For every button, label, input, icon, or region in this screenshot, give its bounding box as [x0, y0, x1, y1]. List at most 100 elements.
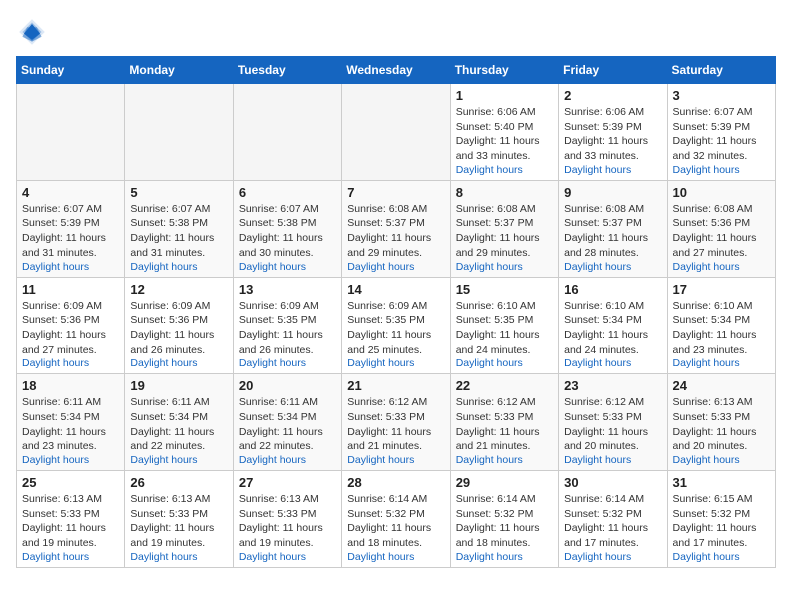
calendar-cell: 22Sunrise: 6:12 AMSunset: 5:33 PMDayligh…	[450, 374, 558, 471]
calendar-cell: 17Sunrise: 6:10 AMSunset: 5:34 PMDayligh…	[667, 277, 775, 374]
daylight-hours-link[interactable]: Daylight hours	[456, 551, 553, 563]
day-info: Sunrise: 6:11 AMSunset: 5:34 PMDaylight:…	[130, 395, 227, 454]
calendar-cell: 5Sunrise: 6:07 AMSunset: 5:38 PMDaylight…	[125, 180, 233, 277]
calendar-cell	[233, 84, 341, 181]
day-number: 18	[22, 378, 119, 393]
day-number: 14	[347, 282, 444, 297]
day-number: 26	[130, 475, 227, 490]
daylight-hours-link[interactable]: Daylight hours	[456, 261, 553, 273]
daylight-hours-link[interactable]: Daylight hours	[130, 261, 227, 273]
daylight-hours-link[interactable]: Daylight hours	[347, 454, 444, 466]
calendar-week-1: 4Sunrise: 6:07 AMSunset: 5:39 PMDaylight…	[17, 180, 776, 277]
day-info: Sunrise: 6:07 AMSunset: 5:39 PMDaylight:…	[673, 105, 770, 164]
day-number: 11	[22, 282, 119, 297]
day-number: 30	[564, 475, 661, 490]
daylight-hours-link[interactable]: Daylight hours	[239, 551, 336, 563]
daylight-hours-link[interactable]: Daylight hours	[564, 164, 661, 176]
day-info: Sunrise: 6:10 AMSunset: 5:34 PMDaylight:…	[564, 299, 661, 358]
calendar-cell: 7Sunrise: 6:08 AMSunset: 5:37 PMDaylight…	[342, 180, 450, 277]
calendar-cell: 25Sunrise: 6:13 AMSunset: 5:33 PMDayligh…	[17, 471, 125, 568]
daylight-hours-link[interactable]: Daylight hours	[564, 357, 661, 369]
calendar-table: SundayMondayTuesdayWednesdayThursdayFrid…	[16, 56, 776, 568]
calendar-cell: 21Sunrise: 6:12 AMSunset: 5:33 PMDayligh…	[342, 374, 450, 471]
day-info: Sunrise: 6:08 AMSunset: 5:36 PMDaylight:…	[673, 202, 770, 261]
day-number: 4	[22, 185, 119, 200]
daylight-hours-link[interactable]: Daylight hours	[347, 357, 444, 369]
day-info: Sunrise: 6:14 AMSunset: 5:32 PMDaylight:…	[456, 492, 553, 551]
day-info: Sunrise: 6:14 AMSunset: 5:32 PMDaylight:…	[564, 492, 661, 551]
calendar-cell: 24 Sunrise: 6:13 AMSunset: 5:33 PMDayligh…	[667, 374, 775, 471]
daylight-hours-link[interactable]: Daylight hours	[564, 454, 661, 466]
calendar-week-3: 18 Sunrise: 6:11 AMSunset: 5:34 PMDayligh…	[17, 374, 776, 471]
day-number: 7	[347, 185, 444, 200]
calendar-cell: 20Sunrise: 6:11 AMSunset: 5:34 PMDayligh…	[233, 374, 341, 471]
day-info: Sunrise: 6:12 AMSunset: 5:33 PMDaylight:…	[456, 395, 553, 454]
calendar-week-4: 25Sunrise: 6:13 AMSunset: 5:33 PMDayligh…	[17, 471, 776, 568]
daylight-hours-link[interactable]: Daylight hours	[347, 261, 444, 273]
daylight-hours-link[interactable]: Daylight hours	[564, 261, 661, 273]
weekday-header-monday: Monday	[125, 57, 233, 84]
weekday-header-friday: Friday	[559, 57, 667, 84]
daylight-hours-link[interactable]: Daylight hours	[673, 551, 770, 563]
calendar-cell: 4Sunrise: 6:07 AMSunset: 5:39 PMDaylight…	[17, 180, 125, 277]
calendar-cell: 18Sunrise: 6:11 AMSunset: 5:34 PMDayligh…	[17, 374, 125, 471]
daylight-hours-link[interactable]: Daylight hours	[347, 551, 444, 563]
calendar-week-2: 11 Sunrise: 6:09 AMSunset: 5:36 PMDayligh…	[17, 277, 776, 374]
daylight-hours-link[interactable]: Daylight hours	[673, 164, 770, 176]
calendar-cell: 8Sunrise: 6:08 AMSunset: 5:37 PMDaylight…	[450, 180, 558, 277]
daylight-hours-link[interactable]: Daylight hours	[130, 551, 227, 563]
daylight-hours-link[interactable]: Daylight hours	[456, 454, 553, 466]
daylight-hours-link[interactable]: Daylight hours	[22, 551, 119, 563]
day-number: 1	[456, 88, 553, 103]
calendar-cell	[125, 84, 233, 181]
daylight-hours-link[interactable]: Daylight hours	[673, 261, 770, 273]
day-info: Sunrise: 6:12 AMSunset: 5:33 PMDaylight:…	[347, 395, 444, 454]
daylight-hours-link[interactable]: Daylight hours	[22, 357, 119, 369]
day-info: Sunrise: 6:10 AMSunset: 5:35 PMDaylight:…	[456, 299, 553, 358]
day-number: 19	[130, 378, 227, 393]
daylight-hours-link[interactable]: Daylight hours	[22, 261, 119, 273]
calendar-cell: 2Sunrise: 6:06 AMSunset: 5:39 PMDaylight…	[559, 84, 667, 181]
day-info: Sunrise: 6:11 AMSunset: 5:34 PMDaylight:…	[239, 395, 336, 454]
daylight-hours-link[interactable]: Daylight hours	[673, 357, 770, 369]
calendar-cell: 28Sunrise: 6:14 AMSunset: 5:32 PMDayligh…	[342, 471, 450, 568]
daylight-hours-link[interactable]: Daylight hours	[564, 551, 661, 563]
day-info: Sunrise: 6:14 AMSunset: 5:32 PMDaylight:…	[347, 492, 444, 551]
calendar-cell: 14 Sunrise: 6:09 AMSunset: 5:35 PMDayligh…	[342, 277, 450, 374]
logo	[16, 16, 52, 48]
calendar-cell	[17, 84, 125, 181]
day-info: Sunrise: 6:09 AMSunset: 5:35 PMDaylight:…	[239, 299, 336, 358]
day-info: Sunrise: 6:09 AMSunset: 5:36 PMDaylight:…	[130, 299, 227, 358]
daylight-hours-link[interactable]: Daylight hours	[456, 357, 553, 369]
calendar-cell: 30 Sunrise: 6:14 AMSunset: 5:32 PMDayligh…	[559, 471, 667, 568]
page-header	[16, 16, 776, 48]
day-number: 8	[456, 185, 553, 200]
daylight-hours-link[interactable]: Daylight hours	[130, 357, 227, 369]
weekday-header-tuesday: Tuesday	[233, 57, 341, 84]
calendar-cell: 9Sunrise: 6:08 AMSunset: 5:37 PMDaylight…	[559, 180, 667, 277]
day-info: Sunrise: 6:13 AMSunset: 5:33 PMDaylight:…	[673, 395, 770, 454]
daylight-hours-link[interactable]: Daylight hours	[239, 357, 336, 369]
day-number: 6	[239, 185, 336, 200]
day-number: 24	[673, 378, 770, 393]
day-number: 29	[456, 475, 553, 490]
daylight-hours-link[interactable]: Daylight hours	[673, 454, 770, 466]
daylight-hours-link[interactable]: Daylight hours	[239, 261, 336, 273]
daylight-hours-link[interactable]: Daylight hours	[130, 454, 227, 466]
day-number: 12	[130, 282, 227, 297]
weekday-header-saturday: Saturday	[667, 57, 775, 84]
daylight-hours-link[interactable]: Daylight hours	[456, 164, 553, 176]
daylight-hours-link[interactable]: Daylight hours	[239, 454, 336, 466]
calendar-week-0: 1 Sunrise: 6:06 AMSunset: 5:40 PMDaylight…	[17, 84, 776, 181]
day-info: Sunrise: 6:06 AMSunset: 5:40 PMDaylight:…	[456, 105, 553, 164]
daylight-hours-link[interactable]: Daylight hours	[22, 454, 119, 466]
day-info: Sunrise: 6:06 AMSunset: 5:39 PMDaylight:…	[564, 105, 661, 164]
calendar-cell: 10Sunrise: 6:08 AMSunset: 5:36 PMDayligh…	[667, 180, 775, 277]
calendar-cell: 3Sunrise: 6:07 AMSunset: 5:39 PMDaylight…	[667, 84, 775, 181]
weekday-header-sunday: Sunday	[17, 57, 125, 84]
day-info: Sunrise: 6:09 AMSunset: 5:35 PMDaylight:…	[347, 299, 444, 358]
calendar-cell: 15Sunrise: 6:10 AMSunset: 5:35 PMDayligh…	[450, 277, 558, 374]
day-info: Sunrise: 6:13 AMSunset: 5:33 PMDaylight:…	[130, 492, 227, 551]
day-number: 13	[239, 282, 336, 297]
calendar-cell: 12 Sunrise: 6:09 AMSunset: 5:36 PMDayligh…	[125, 277, 233, 374]
